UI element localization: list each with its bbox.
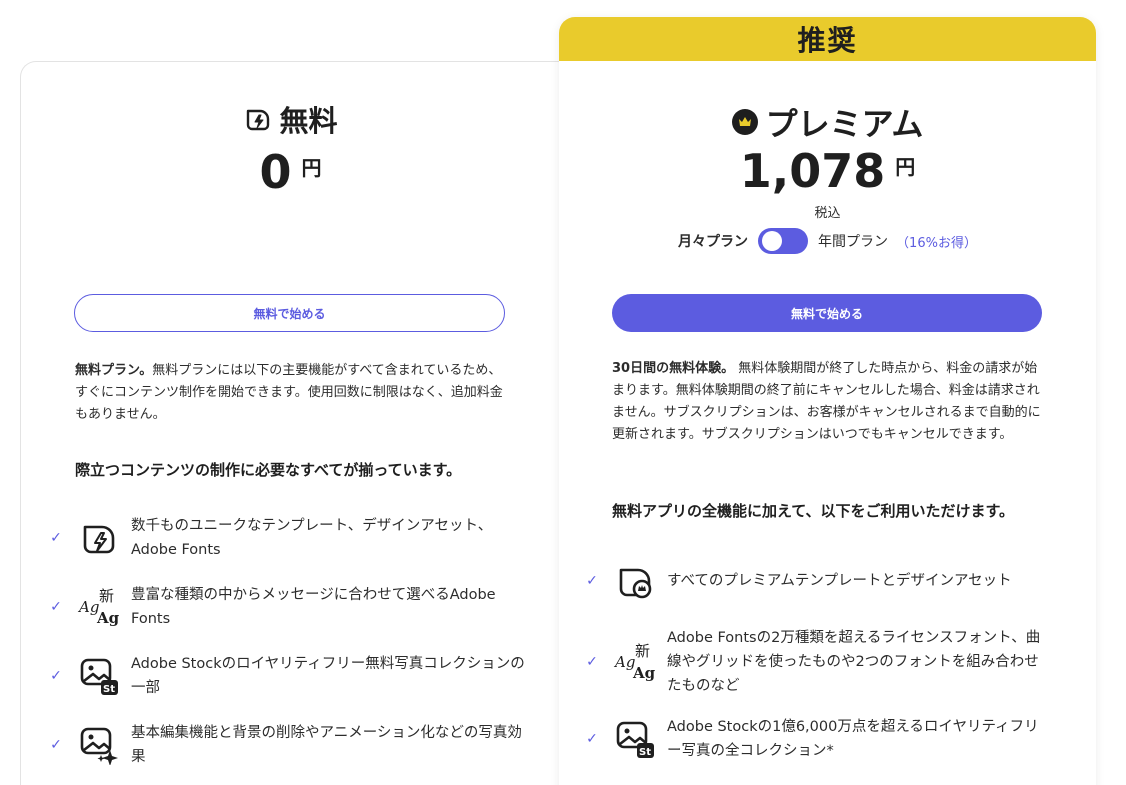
free-desc-lead: 無料プラン。	[75, 363, 153, 378]
premium-plan-card: 推奨 プレミアム 1,078 円 税込 月々プラン 年間プラン （16%お得） …	[559, 17, 1096, 785]
feature-item: ✓ すべてのプレミアムテンプレートとデザインアセット	[583, 557, 1043, 604]
feature-item: ✓ 数千ものユニークなテンプレート、デザインアセット、Adobe Fonts	[47, 514, 527, 561]
svg-text:Ag: Ag	[96, 609, 120, 627]
recommended-badge: 推奨	[559, 17, 1096, 61]
free-plan-name: 無料	[279, 104, 338, 138]
check-icon: ✓	[50, 667, 62, 684]
free-plan-card: 無料 0 円 無料で始める 無料プラン。無料プランには以下の主要機能がすべて含ま…	[20, 61, 560, 785]
premium-plan-title: プレミアム	[559, 99, 1096, 145]
check-icon: ✓	[50, 529, 62, 546]
free-plan-title: 無料	[21, 98, 560, 140]
free-plan-description: 無料プラン。無料プランには以下の主要機能がすべて含まれているため、すぐにコンテン…	[75, 360, 505, 426]
free-price: 0 円	[21, 146, 560, 198]
feature-text: すべてのプレミアムテンプレートとデザインアセット	[667, 572, 1012, 589]
template-bolt-icon	[77, 516, 121, 560]
billing-period-toggle[interactable]	[758, 228, 809, 254]
feature-text: Adobe Stockのロイヤリティフリー無料写真コレクションの一部	[131, 655, 525, 696]
svg-text:新: 新	[99, 587, 114, 605]
premium-plan-name: プレミアム	[765, 105, 924, 143]
free-price-currency: 円	[301, 156, 322, 180]
premium-features-heading: 無料アプリの全機能に加えて、以下をご利用いただけます。	[612, 502, 1015, 520]
premium-features-list: ✓ すべてのプレミアムテンプレートとデザインアセット ✓ Ag 新 Ag Ado…	[583, 557, 1043, 785]
template-bolt-icon	[243, 104, 273, 134]
billing-toggle-row: 月々プラン 年間プラン （16%お得）	[559, 228, 1096, 254]
fonts-icon: Ag 新 Ag	[77, 585, 121, 629]
feature-item: ✓ Ag 新 Ag 豊富な種類の中からメッセージに合わせて選べるAdobe Fo…	[47, 583, 527, 630]
svg-text:St: St	[639, 747, 651, 758]
svg-text:新: 新	[635, 642, 650, 660]
yearly-saving-label: （16%お得）	[896, 235, 977, 251]
check-icon: ✓	[50, 736, 62, 753]
feature-item: ✓ St Adobe Stockのロイヤリティフリー無料写真コレクションの一部	[47, 652, 527, 699]
check-icon: ✓	[586, 572, 598, 589]
feature-item: ✓ St Adobe Stockの1億6,000万点を超えるロイヤリティフリー写…	[583, 715, 1043, 762]
monthly-plan-label[interactable]: 月々プラン	[678, 231, 748, 251]
free-price-amount: 0	[259, 145, 292, 199]
stock-photo-icon: St	[613, 717, 657, 761]
premium-template-icon	[613, 559, 657, 603]
feature-item: ✓ 基本編集機能と背景の削除やアニメーション化などの写真効果	[47, 721, 527, 768]
svg-text:Ag: Ag	[632, 664, 656, 682]
premium-start-button[interactable]: 無料で始める	[612, 294, 1042, 332]
check-icon: ✓	[50, 598, 62, 615]
premium-desc-lead: 30日間の無料体験。	[612, 361, 735, 376]
free-features-heading: 際立つコンテンツの制作に必要なすべてが揃っています。	[75, 461, 462, 479]
premium-price: 1,078 円	[559, 145, 1096, 197]
premium-plan-description: 30日間の無料体験。 無料体験期間が終了した時点から、料金の請求が始まります。無…	[612, 358, 1044, 446]
feature-text: Adobe Stockの1億6,000万点を超えるロイヤリティフリー写真の全コレ…	[667, 718, 1039, 759]
feature-text: 豊富な種類の中からメッセージに合わせて選べるAdobe Fonts	[131, 586, 496, 627]
photo-effects-icon	[77, 723, 121, 767]
check-icon: ✓	[586, 730, 598, 747]
premium-price-currency: 円	[895, 155, 916, 179]
free-start-button[interactable]: 無料で始める	[74, 294, 505, 332]
feature-item: ✓ Ag 新 Ag Adobe Fontsの2万種類を超えるライセンスフォント、…	[583, 627, 1043, 697]
feature-text: 数千ものユニークなテンプレート、デザインアセット、Adobe Fonts	[131, 517, 493, 558]
check-icon: ✓	[586, 654, 598, 670]
feature-text: Adobe Fontsの2万種類を超えるライセンスフォント、曲線やグリッドを使っ…	[667, 630, 1041, 694]
yearly-plan-label[interactable]: 年間プラン	[818, 231, 888, 251]
svg-text:St: St	[103, 684, 115, 695]
crown-icon	[731, 109, 758, 135]
toggle-knob	[762, 231, 783, 251]
tax-included-label: 税込	[814, 206, 841, 221]
premium-price-amount: 1,078	[739, 144, 886, 198]
stock-photo-icon: St	[77, 654, 121, 698]
fonts-icon: Ag 新 Ag	[613, 640, 657, 684]
feature-text: 基本編集機能と背景の削除やアニメーション化などの写真効果	[131, 724, 522, 765]
free-features-list: ✓ 数千ものユニークなテンプレート、デザインアセット、Adobe Fonts ✓…	[47, 514, 527, 785]
